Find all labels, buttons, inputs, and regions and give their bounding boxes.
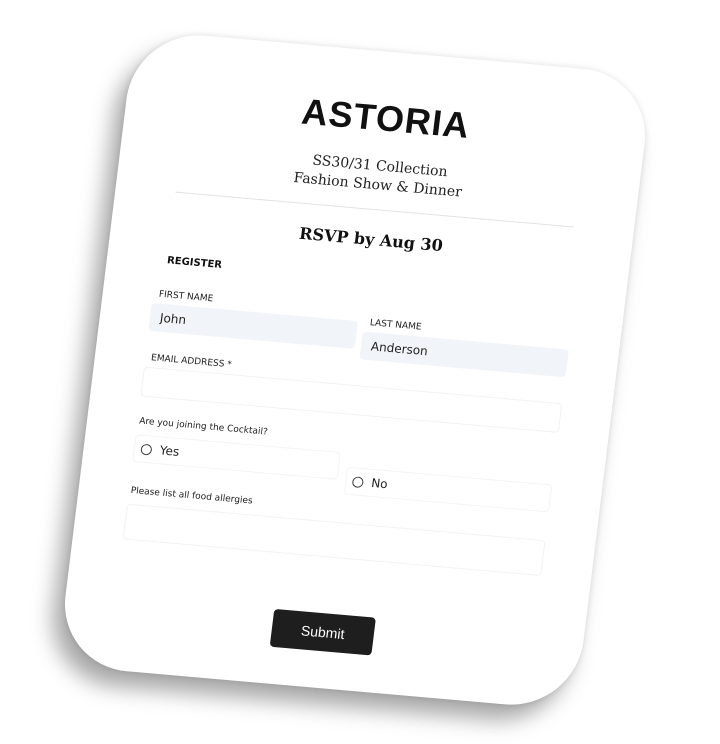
- rsvp-card: ASTORIA SS30/31 Collection Fashion Show …: [56, 29, 654, 711]
- stage: ASTORIA SS30/31 Collection Fashion Show …: [0, 0, 720, 744]
- cocktail-option-no[interactable]: No: [343, 466, 553, 513]
- radio-circle-icon[interactable]: [140, 443, 153, 456]
- submit-button[interactable]: Submit: [269, 608, 376, 656]
- last-name-group: LAST NAME: [359, 318, 570, 378]
- cocktail-option-no-label: No: [370, 475, 389, 492]
- submit-wrap: Submit: [111, 595, 534, 669]
- rsvp-deadline: RSVP by Aug 30: [298, 223, 444, 256]
- first-name-group: FIRST NAME: [147, 289, 360, 359]
- cocktail-option-yes-label: Yes: [159, 443, 181, 459]
- allergies-input[interactable]: [122, 503, 546, 577]
- radio-circle-icon[interactable]: [351, 475, 365, 488]
